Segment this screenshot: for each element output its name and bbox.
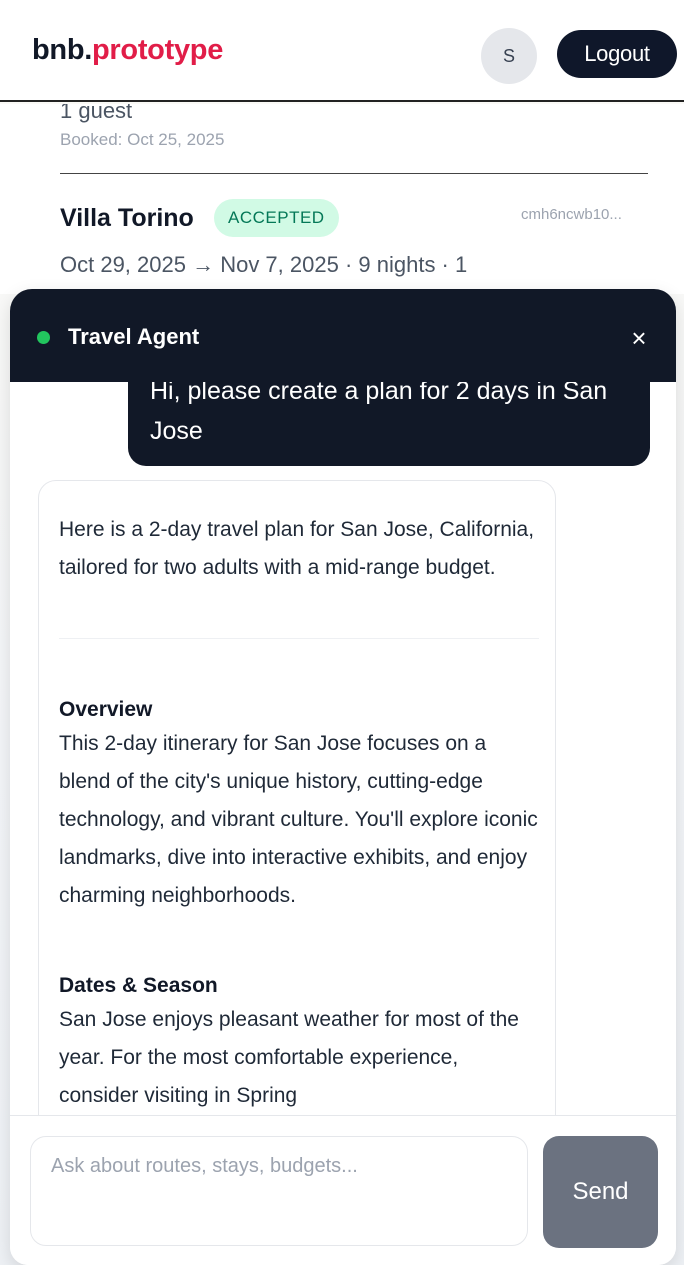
section-overview: Overview This 2-day itinerary for San Jo… — [59, 695, 539, 915]
section-dates-season: Dates & Season San Jose enjoys pleasant … — [59, 971, 539, 1115]
chat-input[interactable] — [30, 1136, 528, 1246]
logout-button[interactable]: Logout — [557, 30, 677, 78]
booking-guests: 1 guest — [60, 104, 133, 123]
status-badge: ACCEPTED — [214, 199, 339, 237]
assistant-intro: Here is a 2-day travel plan for San Jose… — [59, 518, 535, 579]
brand-part-1: bnb. — [32, 34, 93, 66]
agent-name: Travel Agent — [68, 324, 200, 349]
brand-logo[interactable]: bnb.prototype — [32, 34, 223, 67]
chat-panel: Travel Agent × Hi, please create a plan … — [10, 289, 676, 1265]
booking-date: Booked: Oct 25, 2025 — [60, 130, 225, 149]
avatar[interactable]: S — [481, 28, 537, 84]
message-divider — [59, 638, 539, 639]
booking-divider — [60, 173, 648, 174]
close-icon[interactable]: × — [624, 323, 654, 353]
section-text: San Jose enjoys pleasant weather for mos… — [59, 1008, 519, 1107]
app-header: bnb.prototype S Logout — [0, 0, 684, 102]
assistant-message: Here is a 2-day travel plan for San Jose… — [38, 480, 556, 1115]
chat-input-bar: Send — [10, 1115, 676, 1265]
booking-id: cmh6ncwb10... — [521, 206, 622, 223]
booking-title[interactable]: Villa Torino — [60, 204, 194, 233]
section-heading: Dates & Season — [59, 974, 218, 997]
section-text: This 2-day itinerary for San Jose focuse… — [59, 732, 538, 907]
bookings-list: 1 guest Booked: Oct 25, 2025 Villa Torin… — [0, 104, 684, 294]
booking-dates: Oct 29, 2025 → Nov 7, 2025 · 9 nights · … — [60, 252, 468, 277]
send-button[interactable]: Send — [543, 1136, 658, 1248]
chat-messages[interactable]: Hi, please create a plan for 2 days in S… — [10, 349, 676, 1115]
brand-part-2: prototype — [92, 34, 224, 66]
online-status-icon — [37, 331, 50, 344]
chat-header: Travel Agent × — [10, 289, 676, 382]
section-heading: Overview — [59, 698, 153, 721]
